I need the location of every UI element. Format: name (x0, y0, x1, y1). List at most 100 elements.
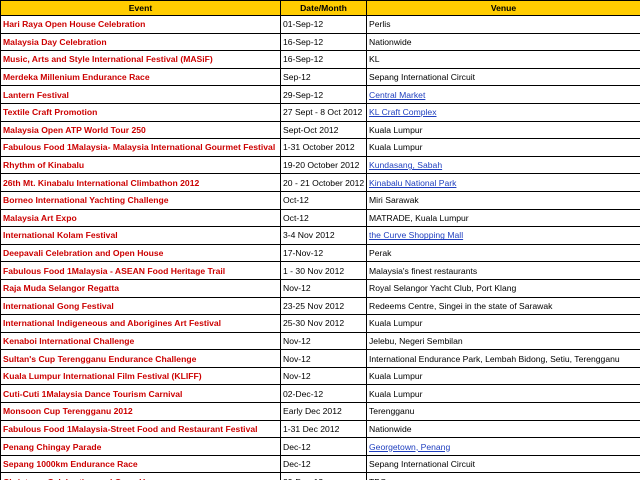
date-cell: Oct-12 (280, 208, 367, 228)
event-cell: Music, Arts and Style International Fest… (0, 50, 281, 69)
event-cell: Deepavali Celebration and Open House (0, 243, 281, 263)
venue-cell: Terengganu (366, 402, 640, 421)
date-cell: 01-Sep-12 (280, 15, 367, 34)
date-cell: Nov-12 (280, 278, 367, 298)
date-cell: Dec-12 (280, 437, 367, 456)
table-row: Raja Muda Selangor Regatta Nov-12 Royal Se… (0, 278, 640, 298)
event-cell: Fabulous Food 1Malaysia- Malaysia Intern… (0, 138, 281, 157)
venue-cell: Kuala Lumpur (366, 366, 640, 386)
date-cell: 19-20 October 2012 (280, 155, 367, 175)
table-row: 26th Mt. Kinabalu International Climbath… (0, 173, 640, 192)
venue-cell: the Curve Shopping Mall (366, 226, 640, 245)
date-cell: 20 - 21 October 2012 (280, 173, 367, 192)
table-row: Monsoon Cup Terengganu 2012 Early Dec 201… (0, 402, 640, 421)
date-cell: Nov-12 (280, 331, 367, 351)
table-row: Malaysia Art Expo Oct-12 MATRADE, Kuala Lu… (0, 208, 640, 228)
venue-link[interactable]: Georgetown, Penang (369, 442, 450, 452)
event-cell: Fabulous Food 1Malaysia - ASEAN Food Her… (0, 261, 281, 280)
table-row: Christmas Celebration and Open House29-D… (0, 472, 640, 480)
table-row: Textile Craft Promotion 27 Sept - 8 Oct 2… (0, 102, 640, 122)
table-row: Lantern Festival 29-Sep-12 Central Market (0, 85, 640, 104)
venue-cell: Kundasang, Sabah (366, 155, 640, 175)
venue-cell: Kuala Lumpur (366, 138, 640, 157)
venue-cell: Kinabalu National Park (366, 173, 640, 192)
event-cell: Cuti-Cuti 1Malaysia Dance Tourism Carniv… (0, 384, 281, 404)
header-date-month: Date/Month (280, 0, 367, 16)
venue-cell: MATRADE, Kuala Lumpur (366, 208, 640, 228)
venue-cell: KL Craft Complex (366, 102, 640, 122)
event-cell: Sultan's Cup Terengganu Endurance Challe… (0, 349, 281, 368)
table-row: Rhythm of Kinabalu 19-20 October 2012 Kund… (0, 155, 640, 175)
event-cell: International Indigeneous and Aborigines… (0, 314, 281, 333)
venue-cell: Kuala Lumpur (366, 120, 640, 140)
event-cell: Christmas Celebration and Open House (0, 472, 281, 480)
date-cell: 16-Sep-12 (280, 32, 367, 52)
date-cell: Oct-12 (280, 190, 367, 210)
table-row: International Kolam Festival 3-4 Nov 2012… (0, 226, 640, 245)
venue-cell: Kuala Lumpur (366, 314, 640, 333)
venue-cell: Central Market (366, 85, 640, 104)
event-cell: Rhythm of Kinabalu (0, 155, 281, 175)
table-row: Fabulous Food 1Malaysia- Malaysia Intern… (0, 138, 640, 157)
table-row: Cuti-Cuti 1Malaysia Dance Tourism Carniv… (0, 384, 640, 404)
venue-cell: KL (366, 50, 640, 69)
event-cell: 26th Mt. Kinabalu International Climbath… (0, 173, 281, 192)
table-row: Fabulous Food 1Malaysia - ASEAN Food Her… (0, 261, 640, 280)
table-row: Merdeka Millenium Endurance Race Sep-12 Se… (0, 67, 640, 87)
events-spreadsheet: Event Date/Month Venue Hari Raya Open Ho… (0, 0, 640, 480)
event-cell: Monsoon Cup Terengganu 2012 (0, 402, 281, 421)
event-cell: Borneo International Yachting Challenge (0, 190, 281, 210)
date-cell: 1-31 Dec 2012 (280, 419, 367, 439)
table-row: Hari Raya Open House Celebration 01-Sep-1… (0, 15, 640, 34)
venue-link[interactable]: Kundasang, Sabah (369, 160, 442, 170)
table-row: Fabulous Food 1Malaysia-Street Food and … (0, 419, 640, 439)
date-cell: 29-Dec-12 (280, 472, 367, 480)
event-cell: International Kolam Festival (0, 226, 281, 245)
header-venue: Venue (366, 0, 640, 16)
table-row: Penang Chingay Parade Dec-12 Georgetown, P… (0, 437, 640, 456)
venue-cell: Redeems Centre, Singei in the state of S… (366, 296, 640, 316)
date-cell: Sept-Oct 2012 (280, 120, 367, 140)
event-cell: Lantern Festival (0, 85, 281, 104)
table-row: Sultan's Cup Terengganu Endurance Challe… (0, 349, 640, 368)
date-cell: Early Dec 2012 (280, 402, 367, 421)
venue-cell: Perlis (366, 15, 640, 34)
event-cell: Penang Chingay Parade (0, 437, 281, 456)
venue-cell: Royal Selangor Yacht Club, Port Klang (366, 278, 640, 298)
venue-cell: Sepang International Circuit (366, 67, 640, 87)
table-row: Malaysia Open ATP World Tour 250 Sept-Oct… (0, 120, 640, 140)
date-cell: 23-25 Nov 2012 (280, 296, 367, 316)
venue-cell: Perak (366, 243, 640, 263)
event-cell: Malaysia Open ATP World Tour 250 (0, 120, 281, 140)
events-table: Event Date/Month Venue Hari Raya Open Ho… (0, 0, 640, 480)
venue-link[interactable]: KL Craft Complex (369, 107, 437, 117)
event-cell: Hari Raya Open House Celebration (0, 15, 281, 34)
table-row: Kuala Lumpur International Film Festival… (0, 366, 640, 386)
event-cell: Sepang 1000km Endurance Race (0, 454, 281, 474)
event-cell: Malaysia Day Celebration (0, 32, 281, 52)
venue-cell: Nationwide (366, 32, 640, 52)
table-row: International Gong Festival 23-25 Nov 201… (0, 296, 640, 316)
venue-cell: Miri Sarawak (366, 190, 640, 210)
event-cell: Malaysia Art Expo (0, 208, 281, 228)
date-cell: Nov-12 (280, 349, 367, 368)
date-cell: 25-30 Nov 2012 (280, 314, 367, 333)
venue-cell: Georgetown, Penang (366, 437, 640, 456)
date-cell: Dec-12 (280, 454, 367, 474)
venue-link[interactable]: Kinabalu National Park (369, 178, 456, 188)
event-cell: Fabulous Food 1Malaysia-Street Food and … (0, 419, 281, 439)
venue-link[interactable]: Central Market (369, 90, 425, 100)
table-row: Malaysia Day Celebration 16-Sep-12 Nationw… (0, 32, 640, 52)
event-cell: Kenaboi International Challenge (0, 331, 281, 351)
date-cell: 29-Sep-12 (280, 85, 367, 104)
venue-link[interactable]: the Curve Shopping Mall (369, 230, 463, 240)
event-cell: Textile Craft Promotion (0, 102, 281, 122)
table-row: Sepang 1000km Endurance Race Dec-12 Sepang… (0, 454, 640, 474)
venue-cell: Sepang International Circuit (366, 454, 640, 474)
table-row: International Indigeneous and Aborigines… (0, 314, 640, 333)
venue-cell: TBC (366, 472, 640, 480)
table-row: Borneo International Yachting Challenge O… (0, 190, 640, 210)
venue-cell: Jelebu, Negeri Sembilan (366, 331, 640, 351)
date-cell: Nov-12 (280, 366, 367, 386)
header-row: Event Date/Month Venue (0, 0, 640, 16)
